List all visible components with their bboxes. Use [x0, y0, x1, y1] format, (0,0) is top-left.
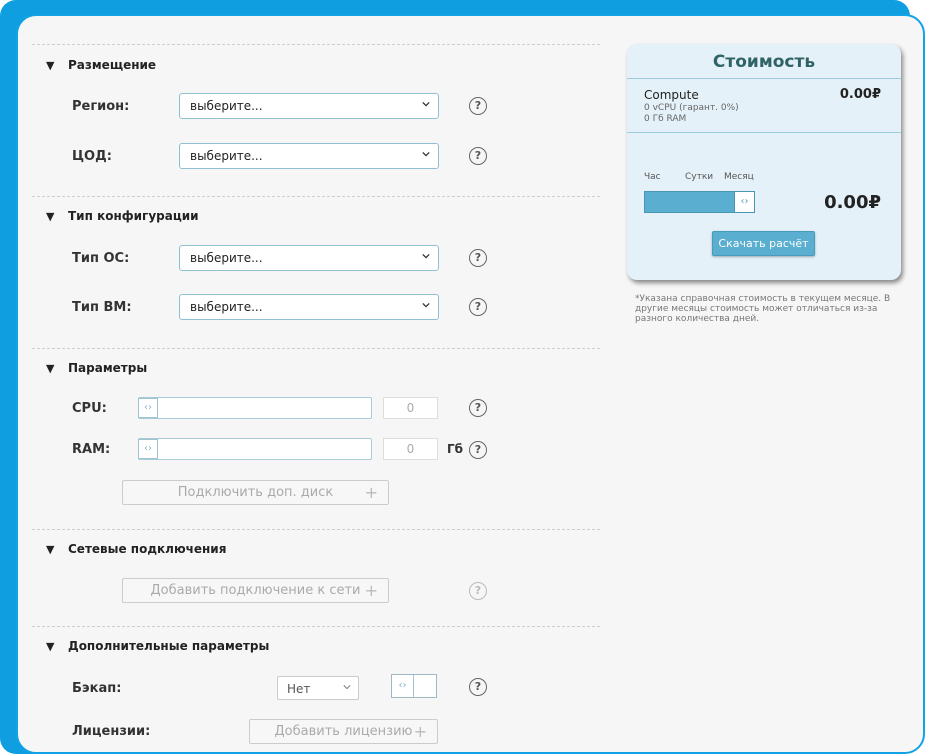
compute-vcpu: 0 vCPU (гарант. 0%) [644, 103, 739, 113]
calculator-panel: ▼ Размещение Регион: выберите... ? ЦОД: в… [16, 14, 925, 754]
slider-handle-icon[interactable]: ‹› [734, 192, 754, 212]
region-label: Регион: [72, 99, 130, 114]
period-day[interactable]: Сутки [685, 172, 713, 182]
vm-select-value: выберите... [190, 300, 263, 314]
help-icon[interactable]: ? [469, 678, 487, 696]
chevron-down-icon [422, 302, 430, 308]
divider [627, 132, 901, 133]
collapse-icon: ▼ [46, 59, 55, 72]
dc-select[interactable]: выберите... [179, 143, 439, 169]
add-disk-button[interactable]: Подключить доп. диск + [122, 480, 389, 505]
vm-label: Тип ВМ: [72, 300, 132, 315]
plus-icon: + [413, 722, 427, 741]
ram-unit: Гб [447, 442, 464, 456]
region-select-value: выберите... [190, 99, 263, 113]
slider-handle-icon: ‹› [392, 675, 414, 697]
ram-label: RAM: [72, 442, 111, 457]
total-price: 0.00₽ [824, 192, 881, 213]
os-select[interactable]: выберите... [179, 245, 439, 271]
section-title-label: Размещение [68, 58, 157, 72]
help-icon[interactable]: ? [469, 399, 487, 417]
help-icon[interactable]: ? [469, 249, 487, 267]
divider [627, 78, 901, 79]
dc-select-value: выберите... [190, 149, 263, 163]
slider-handle-icon[interactable]: ‹› [138, 398, 158, 418]
section-title-label: Сетевые подключения [68, 542, 227, 556]
region-select[interactable]: выберите... [179, 93, 439, 119]
add-network-label: Добавить подключение к сети [150, 583, 361, 598]
cost-card: Стоимость Compute 0.00₽ 0 vCPU (гарант. … [627, 44, 901, 280]
os-select-value: выберите... [190, 251, 263, 265]
cpu-value-input[interactable]: 0 [383, 397, 438, 419]
add-network-button[interactable]: Добавить подключение к сети + [122, 578, 389, 603]
section-title-label: Дополнительные параметры [68, 639, 270, 653]
dc-label: ЦОД: [72, 149, 112, 164]
backup-toggle[interactable]: ‹› [391, 674, 437, 698]
section-title-extra[interactable]: ▼ Дополнительные параметры [46, 639, 269, 653]
compute-price: 0.00₽ [839, 87, 881, 102]
plus-icon: + [364, 581, 378, 600]
divider [32, 529, 600, 530]
chevron-down-icon [422, 101, 430, 107]
divider [32, 44, 600, 45]
section-title-placement[interactable]: ▼ Размещение [46, 58, 156, 72]
compute-name: Compute [644, 88, 699, 102]
period-month[interactable]: Месяц [724, 172, 754, 182]
period-slider[interactable]: ‹› [644, 191, 755, 213]
collapse-icon: ▼ [46, 543, 55, 556]
chevron-down-icon [422, 151, 430, 157]
chevron-down-icon [422, 253, 430, 259]
help-icon[interactable]: ? [469, 147, 487, 165]
section-title-network[interactable]: ▼ Сетевые подключения [46, 542, 226, 556]
backup-select-value: Нет [287, 682, 311, 696]
add-license-button[interactable]: Добавить лицензию + [249, 719, 438, 744]
download-estimate-button[interactable]: Скачать расчёт [712, 231, 815, 256]
os-label: Тип ОС: [72, 251, 130, 266]
chevron-down-icon [343, 685, 351, 690]
collapse-icon: ▼ [46, 640, 55, 653]
divider [32, 196, 600, 197]
section-title-label: Тип конфигурации [68, 209, 199, 223]
section-title-config[interactable]: ▼ Тип конфигурации [46, 209, 199, 223]
add-license-label: Добавить лицензию [274, 724, 413, 739]
cpu-label: CPU: [72, 401, 107, 416]
help-icon[interactable]: ? [469, 298, 487, 316]
compute-ram: 0 Гб RAM [644, 114, 687, 124]
divider [32, 348, 600, 349]
backup-label: Бэкап: [72, 681, 122, 696]
cost-note: *Указана справочная стоимость в текущем … [635, 294, 891, 324]
plus-icon: + [364, 483, 378, 502]
add-disk-label: Подключить доп. диск [177, 485, 334, 500]
cpu-slider[interactable]: ‹› [138, 397, 372, 419]
ram-value-input[interactable]: 0 [383, 438, 438, 460]
ram-slider[interactable]: ‹› [138, 438, 372, 460]
section-title-params[interactable]: ▼ Параметры [46, 361, 147, 375]
section-title-label: Параметры [68, 361, 148, 375]
help-icon[interactable]: ? [469, 441, 487, 459]
help-icon[interactable]: ? [469, 582, 487, 600]
collapse-icon: ▼ [46, 210, 55, 223]
divider [32, 626, 600, 627]
slider-handle-icon[interactable]: ‹› [138, 439, 158, 459]
licenses-label: Лицензии: [72, 724, 151, 739]
backup-select[interactable]: Нет [277, 676, 359, 700]
period-hour[interactable]: Час [644, 172, 661, 182]
cost-title: Стоимость [712, 52, 816, 72]
collapse-icon: ▼ [46, 362, 55, 375]
help-icon[interactable]: ? [469, 97, 487, 115]
vm-select[interactable]: выберите... [179, 294, 439, 320]
